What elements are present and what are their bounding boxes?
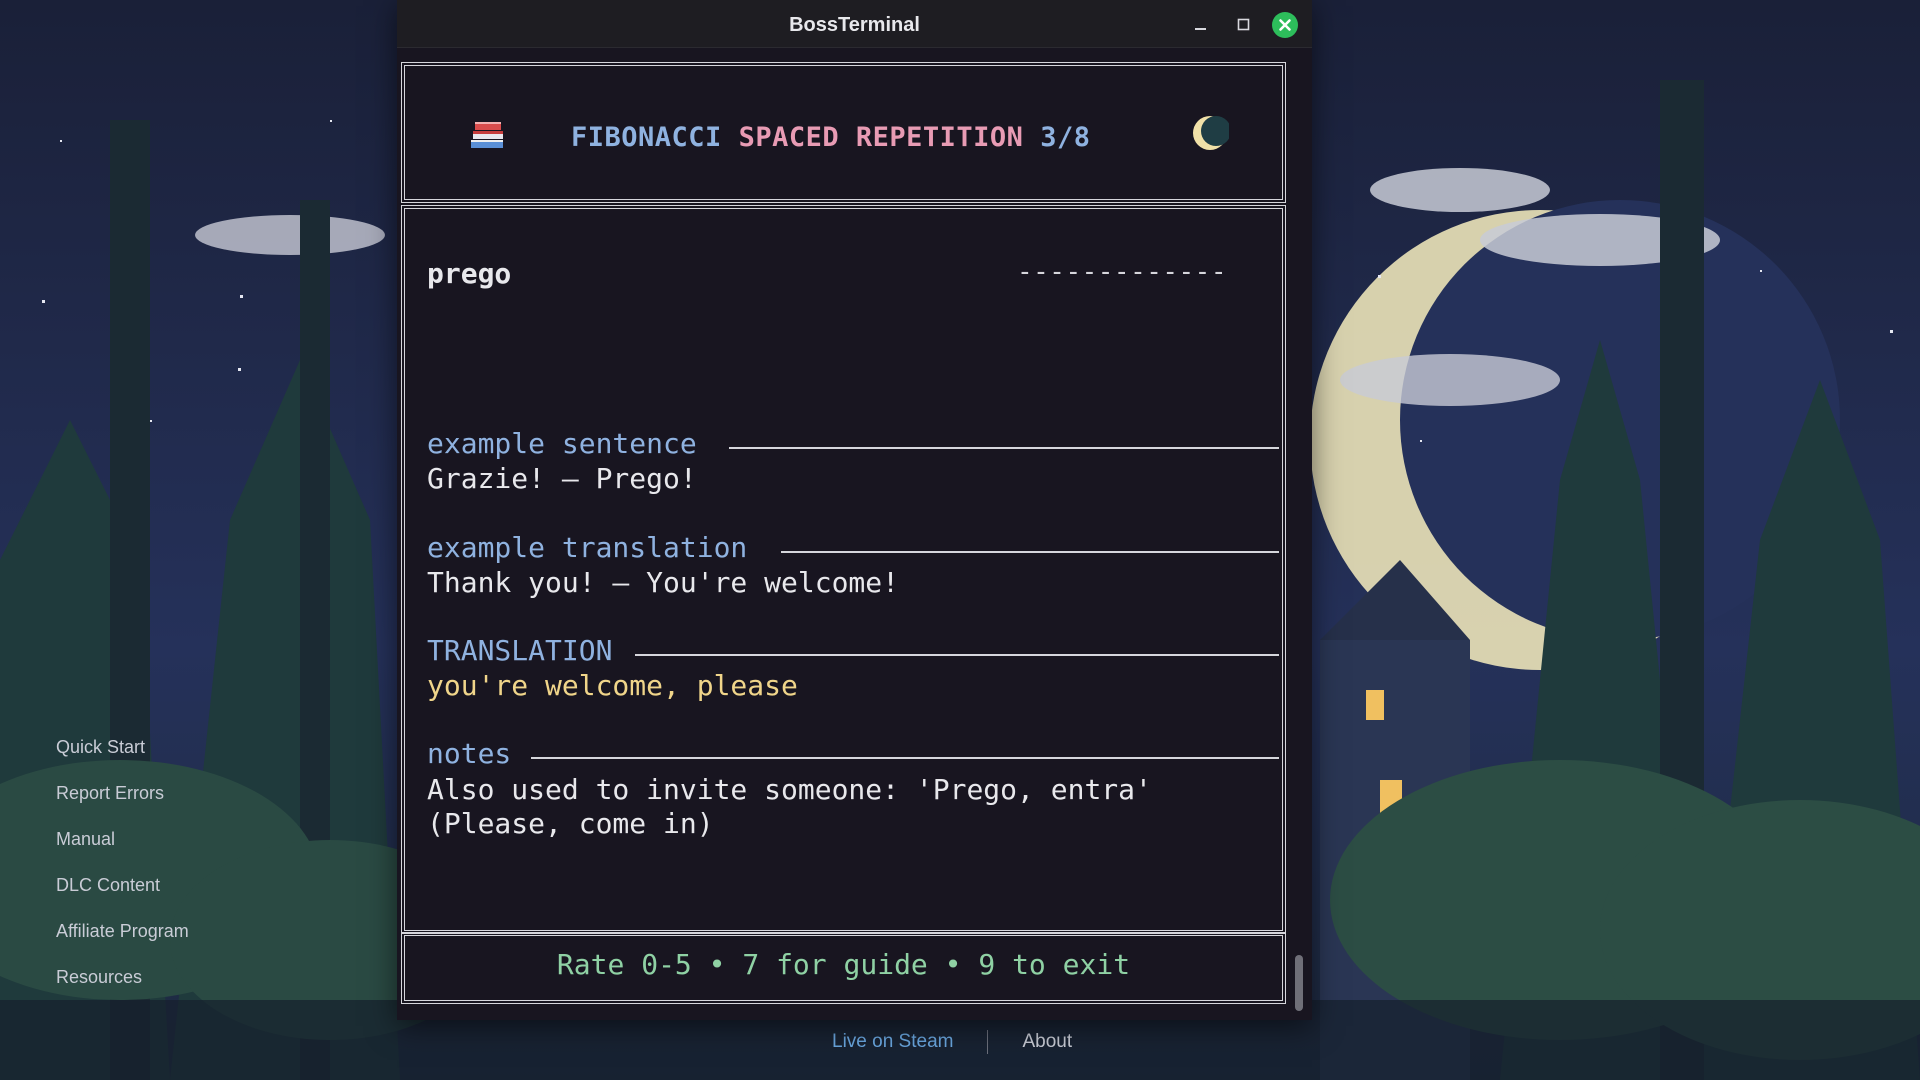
- hidden-answer-placeholder: -------------: [1017, 257, 1227, 287]
- side-menu-item-quick-start[interactable]: Quick Start: [56, 736, 189, 759]
- live-on-steam-link[interactable]: Live on Steam: [832, 1031, 953, 1053]
- header-panel: FIBONACCI SPACED REPETITION 3/8: [401, 62, 1286, 203]
- section-divider: [531, 757, 1279, 759]
- terminal-window: BossTerminal FIBONACCI SPACED REPETITION…: [397, 0, 1312, 1020]
- flashcard-word: prego: [427, 257, 512, 290]
- header-row: FIBONACCI SPACED REPETITION 3/8: [405, 116, 1282, 156]
- notes-label: notes: [427, 737, 512, 770]
- header-title-fibonacci: FIBONACCI: [571, 122, 722, 153]
- bottom-links: Live on Steam About: [832, 1030, 1072, 1054]
- window-title: BossTerminal: [789, 14, 920, 36]
- link-divider: [987, 1030, 989, 1054]
- translation-label: TRANSLATION: [427, 634, 613, 667]
- translation-text: you're welcome, please: [427, 669, 798, 702]
- moon-icon: [1193, 116, 1229, 150]
- terminal-content: FIBONACCI SPACED REPETITION 3/8 prego --…: [401, 62, 1286, 1004]
- close-icon: [1279, 19, 1291, 31]
- header-title-spaced-repetition: SPACED REPETITION: [738, 122, 1024, 153]
- books-icon: [471, 122, 503, 148]
- progress-counter: 3/8: [1040, 122, 1091, 153]
- example-translation-label: example translation: [427, 531, 748, 564]
- maximize-icon: [1237, 18, 1250, 31]
- notes-text-line-2: (Please, come in): [427, 807, 714, 840]
- section-divider: [729, 447, 1279, 449]
- window-titlebar[interactable]: BossTerminal: [397, 0, 1312, 48]
- about-link[interactable]: About: [1022, 1031, 1072, 1053]
- footer-panel: Rate 0-5 • 7 for guide • 9 to exit: [401, 932, 1286, 1004]
- example-sentence-label: example sentence: [427, 427, 697, 460]
- side-menu-item-resources[interactable]: Resources: [56, 966, 189, 989]
- minimize-icon: [1195, 28, 1206, 30]
- side-menu-item-affiliate-program[interactable]: Affiliate Program: [56, 920, 189, 943]
- section-divider: [781, 551, 1279, 553]
- notes-text-line-1: Also used to invite someone: 'Prego, ent…: [427, 773, 1152, 806]
- header-title: FIBONACCI SPACED REPETITION 3/8: [571, 122, 1090, 153]
- keyboard-hint: Rate 0-5 • 7 for guide • 9 to exit: [556, 948, 1131, 981]
- section-divider: [635, 654, 1279, 656]
- maximize-button[interactable]: [1230, 12, 1256, 38]
- example-sentence-text: Grazie! – Prego!: [427, 462, 697, 495]
- flashcard-panel: prego ------------- example sentence Gra…: [401, 205, 1286, 934]
- example-translation-text: Thank you! – You're welcome!: [427, 566, 900, 599]
- side-menu-item-report-errors[interactable]: Report Errors: [56, 782, 189, 805]
- side-menu-item-manual[interactable]: Manual: [56, 828, 189, 851]
- scrollbar-thumb[interactable]: [1295, 955, 1303, 1011]
- side-menu: Quick Start Report Errors Manual DLC Con…: [56, 736, 189, 989]
- minimize-button[interactable]: [1187, 12, 1213, 38]
- close-button[interactable]: [1272, 12, 1298, 38]
- side-menu-item-dlc-content[interactable]: DLC Content: [56, 874, 189, 897]
